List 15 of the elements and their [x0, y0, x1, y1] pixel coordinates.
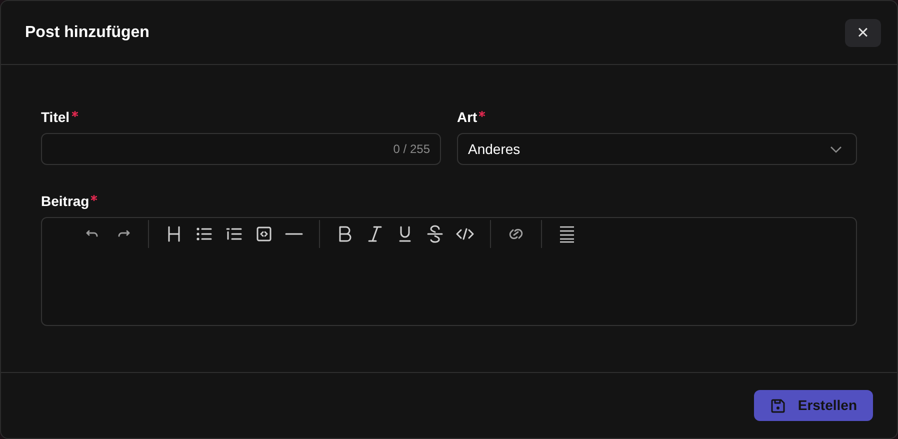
italic-icon[interactable]: [366, 225, 384, 243]
field-label: Beitrag: [41, 192, 90, 211]
dialog-title: Post hinzufügen: [25, 22, 150, 42]
chevron-down-icon: [830, 146, 842, 152]
type-select[interactable]: Anderes: [457, 133, 857, 165]
close-button[interactable]: ×: [845, 18, 881, 46]
align-justify-icon[interactable]: [558, 225, 576, 243]
bullet-list-icon[interactable]: [195, 225, 213, 243]
code-block-icon[interactable]: [255, 225, 273, 243]
save-icon: [770, 398, 786, 414]
strikethrough-icon[interactable]: [426, 225, 444, 243]
title-input[interactable]: 0 / 255: [41, 133, 441, 165]
field-label: Art: [457, 108, 478, 126]
character-counter: 0 / 255: [393, 141, 430, 158]
field-label: Titel: [41, 108, 70, 126]
